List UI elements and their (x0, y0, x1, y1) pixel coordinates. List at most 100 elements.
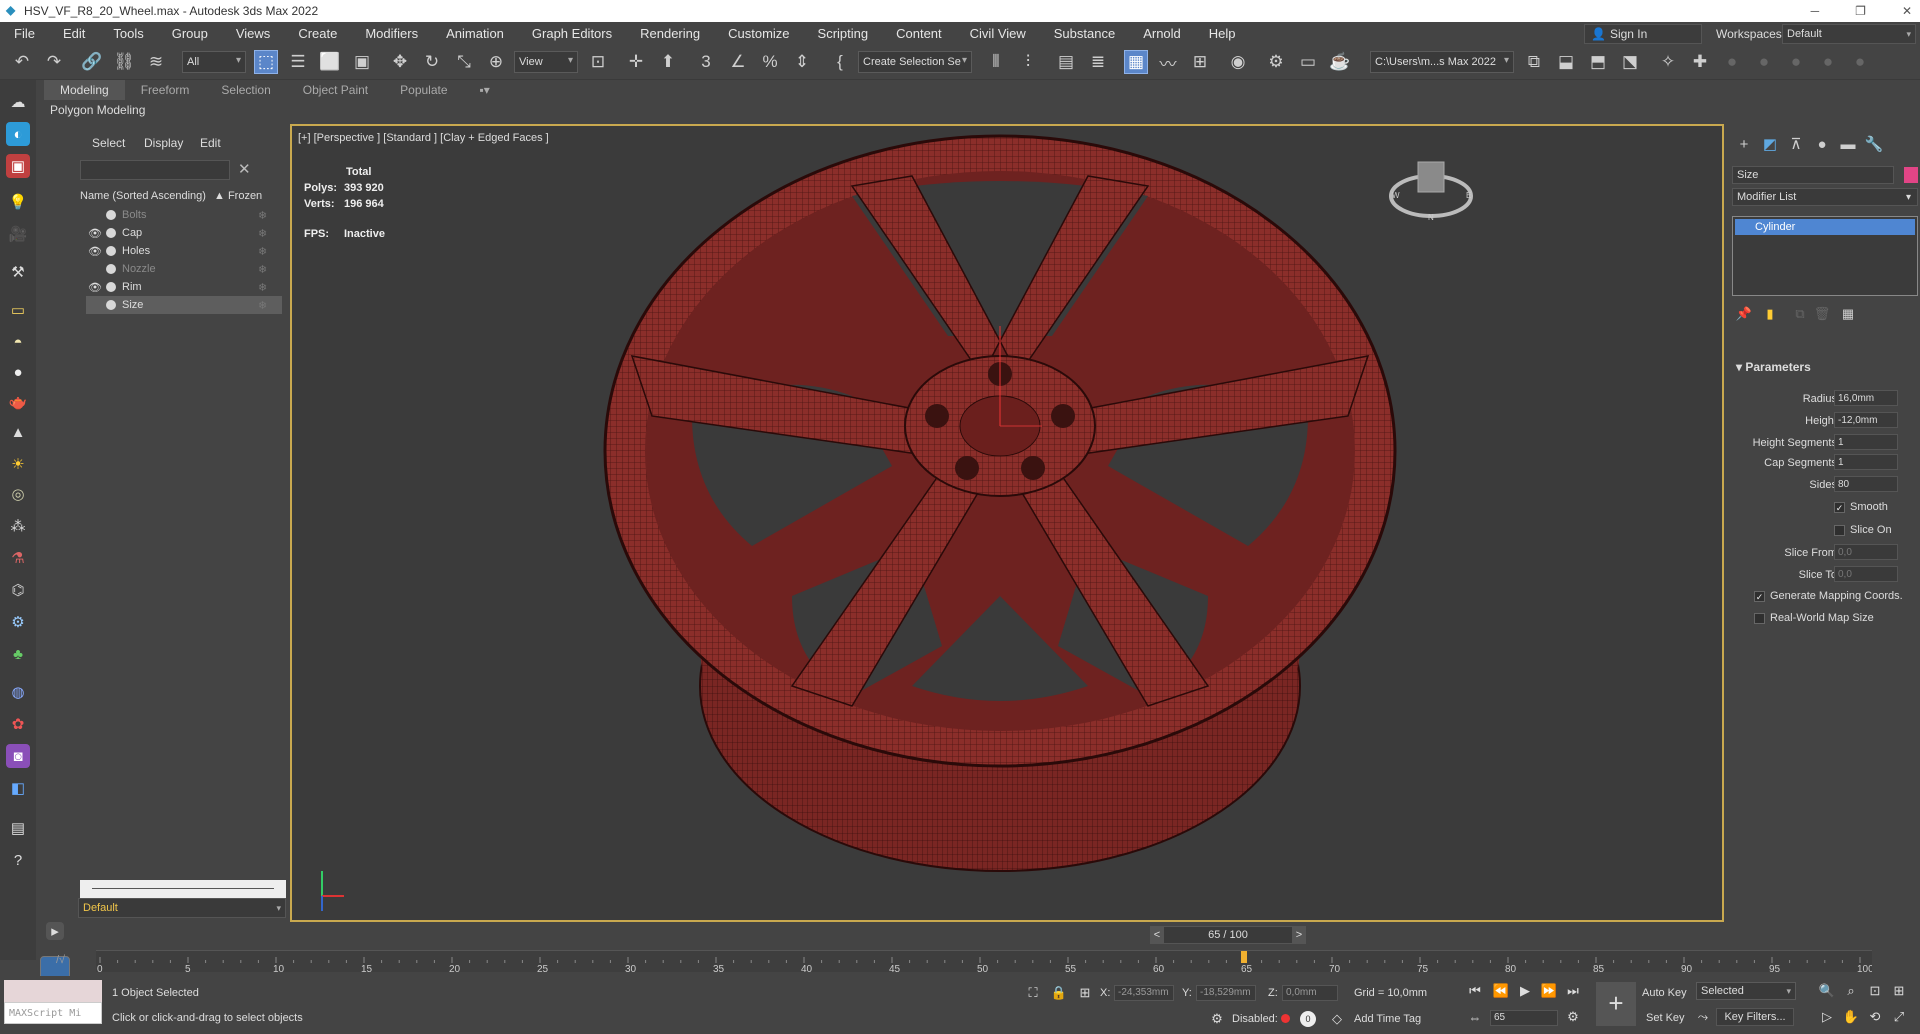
restore-icon[interactable]: ❐ (1855, 4, 1866, 18)
list-item-rim[interactable]: 👁 Rim ❄ (86, 278, 282, 296)
scale-icon[interactable]: ⤡ (452, 50, 476, 74)
auto-key-button[interactable]: Auto Key (1642, 987, 1687, 999)
height-segments-spinner[interactable]: 1 (1834, 434, 1898, 450)
particles-icon[interactable]: ⁂ (6, 514, 30, 538)
rendered-frame-icon[interactable]: ▭ (1296, 50, 1320, 74)
default-tangent-icon[interactable]: ⤳ (1692, 1006, 1714, 1028)
list-item-nozzle[interactable]: Nozzle ❄ (86, 260, 282, 278)
slice-from-spinner[interactable]: 0,0 (1834, 544, 1898, 560)
pin-stack-icon[interactable]: 📌 (1734, 304, 1754, 324)
menu-tools[interactable]: Tools (99, 26, 157, 41)
undo-icon[interactable]: ↶ (10, 50, 34, 74)
menu-civil-view[interactable]: Civil View (956, 26, 1040, 41)
maxscript-listener[interactable]: MAXScript Mi (4, 980, 102, 1028)
teapot-icon[interactable]: 🫖 (6, 390, 30, 414)
angle-snap-icon[interactable]: ∠ (726, 50, 750, 74)
tab-object-paint[interactable]: Object Paint (287, 80, 384, 100)
settings-gear-icon[interactable]: ⚙ (6, 610, 30, 634)
wheel-model[interactable] (292, 126, 1722, 920)
go-to-end-icon[interactable]: ⏭ (1562, 980, 1584, 1002)
x-coordinate-field[interactable]: -24,353mm (1114, 985, 1174, 1001)
menu-content[interactable]: Content (882, 26, 956, 41)
make-unique-icon[interactable]: ⧉ (1790, 304, 1810, 324)
sun-icon[interactable]: ☀ (6, 452, 30, 476)
slice-to-spinner[interactable]: 0,0 (1834, 566, 1898, 582)
frozen-column-header[interactable]: ▲ Frozen (214, 190, 262, 202)
foliage-icon[interactable]: ♣ (6, 642, 30, 666)
y-coordinate-field[interactable]: -18,529mm (1196, 985, 1256, 1001)
zoom-icon[interactable]: 🔍 (1816, 980, 1838, 1002)
helper-icon[interactable]: ⚒ (6, 260, 30, 284)
set-key-plus-icon[interactable]: + (1596, 982, 1636, 1026)
rotate-icon[interactable]: ↻ (420, 50, 444, 74)
keyboard-shortcut-icon[interactable]: ⬆ (656, 50, 680, 74)
toggle-ribbon-icon[interactable]: ▦ (1124, 50, 1148, 74)
menu-create[interactable]: Create (284, 26, 351, 41)
polygon-modeling-panel[interactable]: Polygon Modeling (50, 103, 145, 117)
tool-f-icon[interactable]: ● (1816, 50, 1840, 74)
freeze-icon[interactable]: ❄ (258, 209, 267, 222)
visibility-eye-icon[interactable]: 👁 (86, 281, 104, 294)
schematic-view-icon[interactable]: ⊞ (1188, 50, 1212, 74)
material-editor-icon[interactable]: ◉ (1226, 50, 1250, 74)
ribbon-options-icon[interactable]: ▪▾ (464, 80, 506, 100)
isolate-icon[interactable]: ⬔ (1618, 50, 1642, 74)
parameters-rollout-header[interactable]: ▾ Parameters (1736, 360, 1811, 374)
rig-icon[interactable]: ⌬ (6, 578, 30, 602)
container-icon[interactable]: ⬓ (1554, 50, 1578, 74)
close-icon[interactable]: ✕ (1902, 4, 1912, 18)
tool-a-icon[interactable]: ✧ (1656, 50, 1680, 74)
list-item-holes[interactable]: 👁 Holes ❄ (86, 242, 282, 260)
list-item-cap[interactable]: 👁 Cap ❄ (86, 224, 282, 242)
menu-rendering[interactable]: Rendering (626, 26, 714, 41)
clear-search-icon[interactable]: ✕ (238, 160, 251, 178)
freeze-icon[interactable]: ❄ (258, 299, 267, 312)
previous-frame-icon[interactable]: ⏪ (1490, 980, 1512, 1002)
redo-icon[interactable]: ↷ (42, 50, 66, 74)
curve-toggle-icon[interactable]: /√ (56, 954, 65, 966)
viewport-layout-icon[interactable]: ☁ (6, 90, 30, 114)
list-item-size[interactable]: Size ❄ (86, 296, 282, 314)
tool-b-icon[interactable]: ✚ (1688, 50, 1712, 74)
explorer-tab-display[interactable]: Display (144, 136, 183, 150)
dynamics-icon[interactable]: ⚗ (6, 546, 30, 570)
toggle-icon[interactable]: 0 (1300, 1011, 1316, 1027)
record-icon[interactable] (1281, 1014, 1290, 1023)
maximize-viewport-icon[interactable]: ⤢ (1888, 1006, 1910, 1028)
mirror-icon[interactable]: ⫴ (984, 50, 1008, 74)
motion-tab-icon[interactable]: ● (1812, 134, 1832, 154)
cap-segments-spinner[interactable]: 1 (1834, 454, 1898, 470)
pivot-center-icon[interactable]: ⊡ (586, 50, 610, 74)
window-crossing-icon[interactable]: ▣ (350, 50, 374, 74)
project-folder-dropdown[interactable]: C:\Users\m...s Max 2022 (1370, 51, 1514, 73)
stack-item-cylinder[interactable]: Cylinder (1735, 219, 1915, 235)
tab-populate[interactable]: Populate (384, 80, 463, 100)
selection-filter-dropdown[interactable]: All (182, 51, 246, 73)
hierarchy-tab-icon[interactable]: ⊼ (1786, 134, 1806, 154)
menu-customize[interactable]: Customize (714, 26, 803, 41)
go-to-start-icon[interactable]: ⏮ (1464, 980, 1486, 1002)
workspace-dropdown[interactable]: Default (1782, 24, 1916, 44)
tab-selection[interactable]: Selection (205, 80, 286, 100)
tab-freeform[interactable]: Freeform (125, 80, 206, 100)
slice-on-checkbox[interactable]: Slice On (1834, 524, 1892, 536)
layer-explorer-icon[interactable]: ≣ (1086, 50, 1110, 74)
rect-selection-icon[interactable]: ⬜ (318, 50, 342, 74)
sign-in-button[interactable]: 👤 Sign In (1584, 24, 1702, 44)
expand-arrow-icon[interactable]: ▸ (46, 922, 64, 940)
sphere-gizmo-icon[interactable]: ◎ (6, 482, 30, 506)
time-slider[interactable]: 65 / 100 (1150, 926, 1306, 944)
freeze-icon[interactable]: ❄ (258, 281, 267, 294)
radius-spinner[interactable]: 16,0mm (1834, 390, 1898, 406)
render-frame-icon[interactable]: ◙ (6, 744, 30, 768)
help-icon[interactable]: ? (6, 848, 30, 872)
select-by-name-icon[interactable]: ☰ (286, 50, 310, 74)
percent-snap-icon[interactable]: % (758, 50, 782, 74)
tool-g-icon[interactable]: ● (1848, 50, 1872, 74)
set-key-button[interactable]: Set Key (1646, 1012, 1685, 1024)
modifier-list-dropdown[interactable]: Modifier List (1732, 188, 1918, 206)
curve-editor-icon[interactable]: 〰 (1156, 50, 1180, 74)
spinner-snap-icon[interactable]: ⇕ (790, 50, 814, 74)
real-world-checkbox[interactable]: Real-World Map Size (1754, 612, 1874, 624)
name-column-header[interactable]: Name (Sorted Ascending) (80, 190, 206, 202)
